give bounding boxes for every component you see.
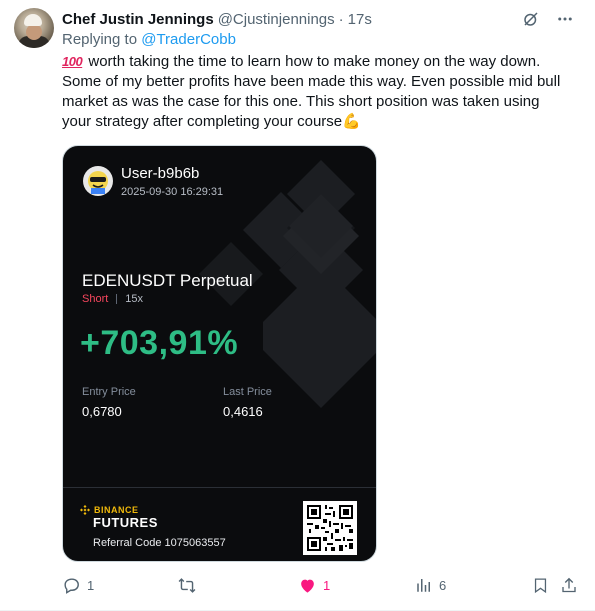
pnl-card-image[interactable]: User-b9b6b 2025-09-30 16:29:31 EDENUSDT … xyxy=(62,145,377,562)
hundred-points-icon: 100 xyxy=(62,54,83,69)
tweet-body: worth taking the time to learn how to ma… xyxy=(62,53,561,130)
card-username: User-b9b6b xyxy=(121,165,200,182)
tweet-text: 100 worth taking the time to learn how t… xyxy=(62,52,567,132)
tweet[interactable]: Chef Justin Jennings @Cjustinjennings · … xyxy=(0,0,595,611)
replying-to: Replying to @TraderCobb xyxy=(62,31,236,48)
position-side: Short xyxy=(82,293,109,305)
bookmark-icon xyxy=(534,578,547,594)
entry-price-label: Entry Price xyxy=(82,386,136,398)
author-handle[interactable]: @Cjustinjennings xyxy=(218,11,335,28)
like-button[interactable]: 1 xyxy=(298,576,330,595)
reply-button[interactable]: 1 xyxy=(62,576,94,595)
action-bar: 1 1 6 xyxy=(62,576,582,596)
position-tags: Short 15x xyxy=(82,293,143,305)
card-user-avatar xyxy=(83,166,113,196)
referral-code: Referral Code 1075063557 xyxy=(93,537,226,549)
grok-icon[interactable] xyxy=(521,9,541,29)
views-button[interactable]: 6 xyxy=(415,576,446,594)
binance-brand: BINANCE xyxy=(80,505,139,515)
position-leverage: 15x xyxy=(125,293,144,305)
reply-icon xyxy=(64,578,79,594)
card-timestamp: 2025-09-30 16:29:31 xyxy=(121,186,224,198)
trading-pair: EDENUSDT Perpetual xyxy=(82,271,253,290)
tweet-time[interactable]: 17s xyxy=(348,11,372,28)
entry-price-value: 0,6780 xyxy=(82,404,122,419)
replying-prefix: Replying to xyxy=(62,31,142,48)
share-button[interactable] xyxy=(560,576,578,595)
share-icon xyxy=(562,577,576,593)
replying-mention[interactable]: @TraderCobb xyxy=(141,31,236,48)
more-icon[interactable] xyxy=(555,9,575,29)
flexed-biceps-icon: 💪 xyxy=(342,113,361,130)
binance-logo-icon xyxy=(80,505,90,515)
bookmark-button[interactable] xyxy=(532,576,549,595)
reply-count: 1 xyxy=(87,578,95,593)
header-separator: · xyxy=(338,10,344,28)
retweet-button[interactable] xyxy=(177,576,203,595)
views-icon xyxy=(417,579,430,592)
retweet-icon xyxy=(178,578,196,593)
tweet-header: Chef Justin Jennings @Cjustinjennings · … xyxy=(62,9,372,29)
roi-value: +703,91% xyxy=(80,324,239,362)
views-count: 6 xyxy=(439,577,447,593)
last-price-label: Last Price xyxy=(223,386,272,398)
header-actions xyxy=(521,9,575,29)
card-divider xyxy=(63,487,376,488)
like-count: 1 xyxy=(323,578,331,593)
like-icon xyxy=(301,579,314,593)
last-price-value: 0,4616 xyxy=(223,404,263,419)
author-name[interactable]: Chef Justin Jennings xyxy=(62,11,214,28)
brand-line-1: BINANCE xyxy=(94,505,139,515)
author-avatar[interactable] xyxy=(14,8,54,48)
brand-line-2: FUTURES xyxy=(93,515,158,530)
qr-code-icon xyxy=(303,501,357,555)
